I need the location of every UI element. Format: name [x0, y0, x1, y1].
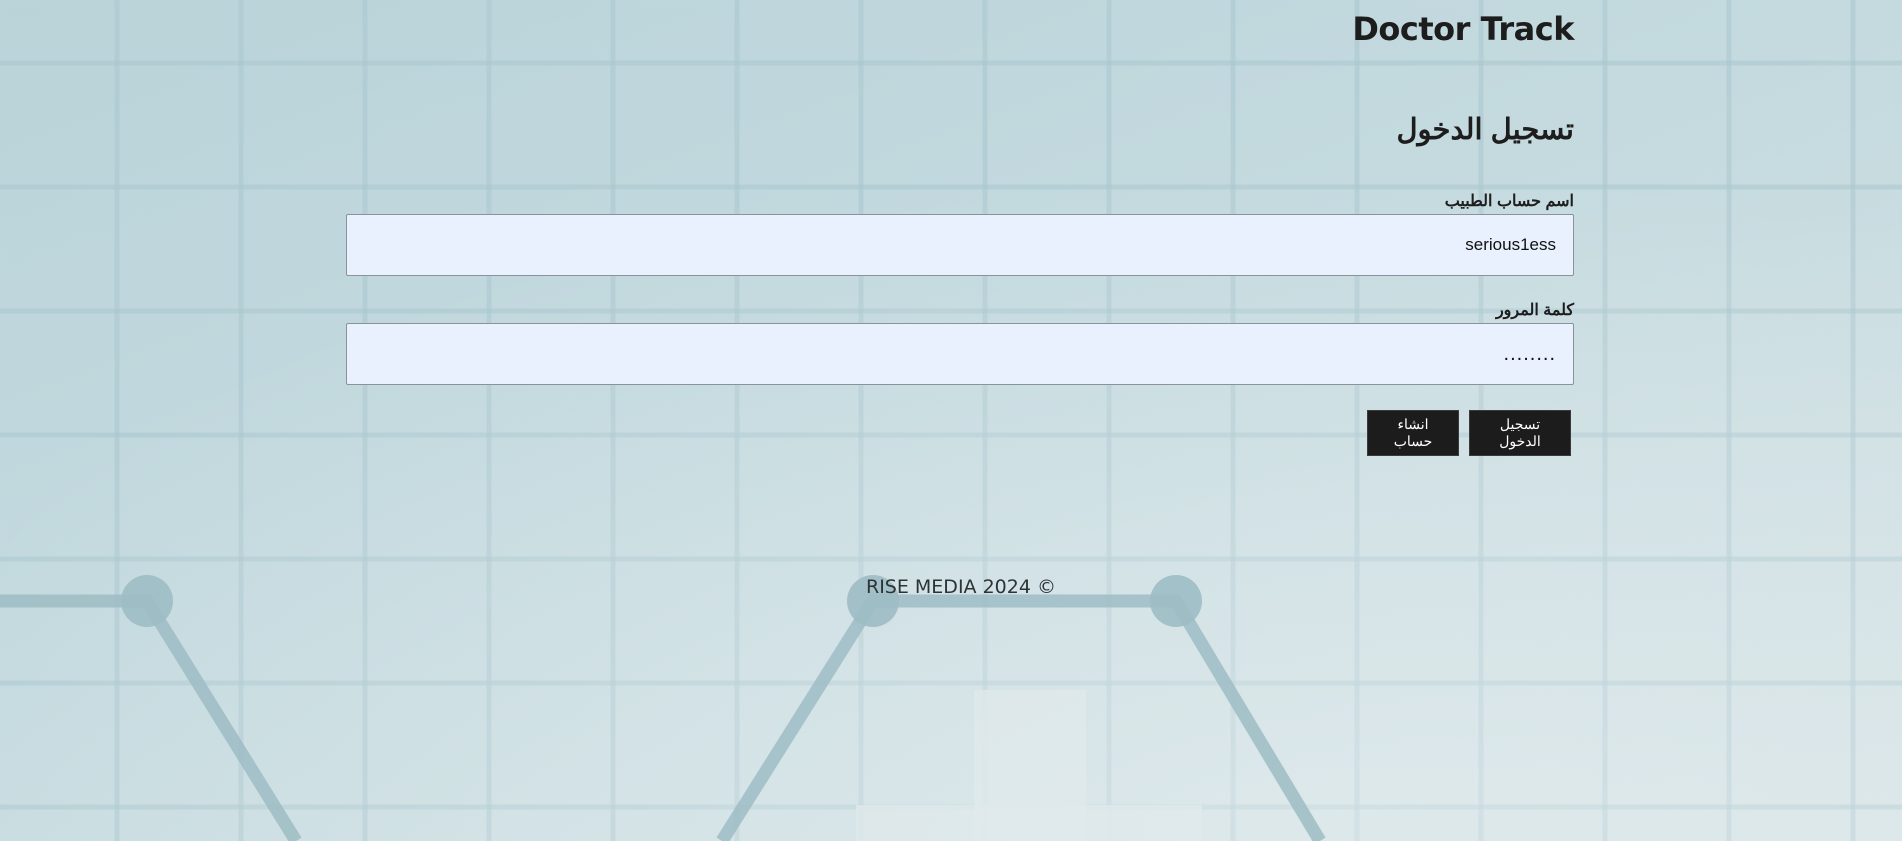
login-form: تسجيل الدخول اسم حساب الطبيب كلمة المرور… [346, 110, 1574, 456]
login-title: تسجيل الدخول [1396, 114, 1574, 146]
username-label: اسم حساب الطبيب [1444, 193, 1574, 210]
brand-title: Doctor Track [1352, 10, 1574, 48]
create-account-button[interactable]: انشاء حساب [1367, 410, 1459, 456]
form-actions: تسجيل الدخول انشاء حساب [346, 410, 1574, 456]
username-input[interactable] [346, 214, 1574, 276]
footer-copyright: RISE MEDIA 2024 © [866, 576, 1056, 598]
password-label: كلمة المرور [1495, 302, 1574, 319]
login-button[interactable]: تسجيل الدخول [1469, 410, 1571, 456]
password-input[interactable] [346, 323, 1574, 385]
